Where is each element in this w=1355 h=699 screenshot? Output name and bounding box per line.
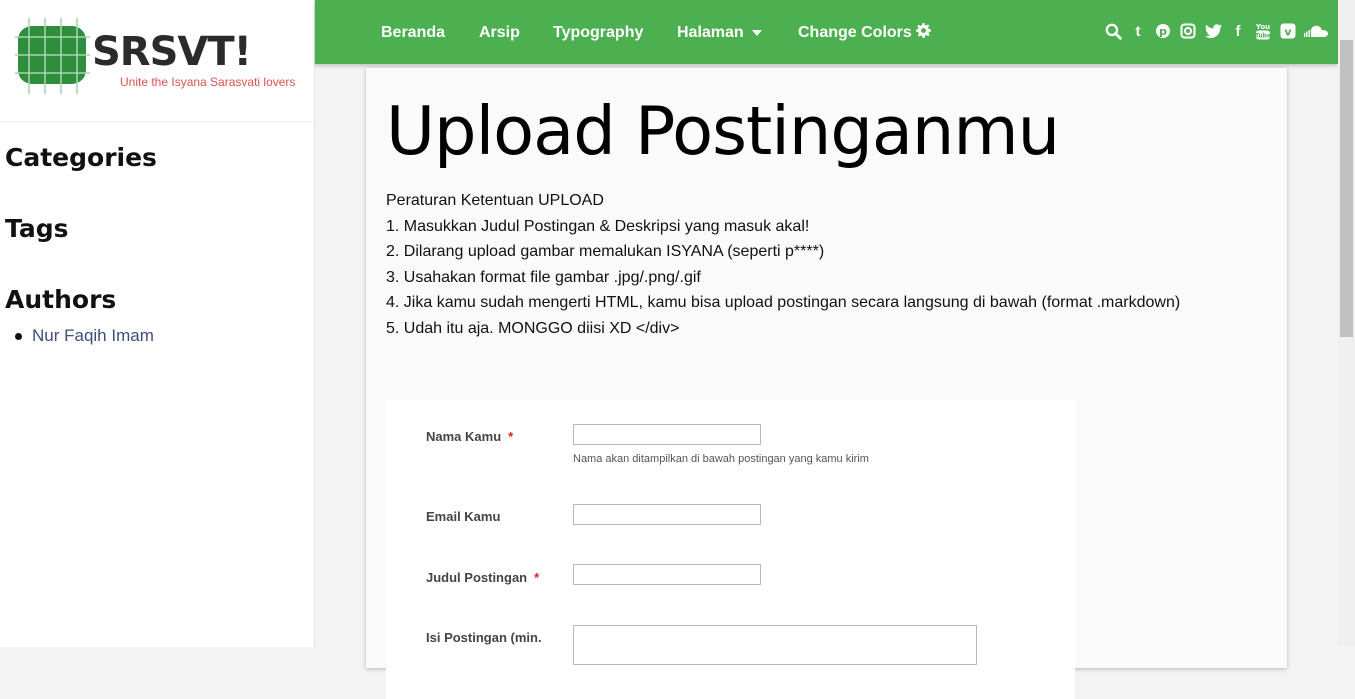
- authors-heading: Authors: [5, 285, 117, 314]
- list-item: Nur Faqih Imam: [5, 326, 154, 346]
- nav-beranda[interactable]: Beranda: [381, 0, 445, 64]
- instagram-icon[interactable]: [1179, 22, 1197, 40]
- tags-heading: Tags: [5, 214, 69, 243]
- svg-text:You: You: [1255, 23, 1270, 31]
- rule-item: 1. Masukkan Judul Postingan & Deskripsi …: [386, 217, 810, 235]
- svg-text:v: v: [1284, 26, 1292, 39]
- content-card: Upload Postinganmu Peraturan Ketentuan U…: [366, 68, 1287, 699]
- nav-halaman-label: Halaman: [677, 24, 744, 41]
- gear-icon: [915, 23, 931, 38]
- top-navbar: Beranda Arsip Typography Halaman Change …: [315, 0, 1338, 64]
- search-icon[interactable]: [1104, 22, 1122, 40]
- soundcloud-icon[interactable]: [1304, 22, 1328, 40]
- pinterest-icon[interactable]: p: [1154, 22, 1172, 40]
- brand-name: SRSVT!: [92, 29, 252, 75]
- name-label: Nama Kamu *: [426, 429, 513, 444]
- youtube-icon[interactable]: You Tube: [1254, 22, 1272, 40]
- name-label-text: Nama Kamu: [426, 429, 502, 444]
- post-content-label: Isi Postingan (min.: [426, 630, 542, 645]
- scrollbar-thumb[interactable]: [1340, 40, 1353, 337]
- chevron-down-icon: [751, 29, 762, 36]
- logo-grid-icon: [15, 18, 90, 94]
- rule-item: 2. Dilarang upload gambar memalukan ISYA…: [386, 243, 825, 260]
- upload-rules: Peraturan Ketentuan UPLOAD 1. Masukkan J…: [386, 188, 1180, 341]
- email-field[interactable]: [573, 504, 761, 525]
- svg-text:p: p: [1159, 25, 1167, 38]
- page-scrollbar[interactable]: [1338, 0, 1355, 647]
- page-title: Upload Postinganmu: [386, 92, 1060, 170]
- nav-typography[interactable]: Typography: [553, 0, 643, 64]
- author-link[interactable]: Nur Faqih Imam: [32, 326, 154, 346]
- twitter-icon[interactable]: [1204, 22, 1222, 40]
- brand-tagline: Unite the Isyana Sarasvati lovers: [120, 75, 295, 89]
- nav-change-colors-label: Change Colors: [798, 24, 912, 41]
- required-mark: *: [534, 570, 540, 585]
- authors-list: Nur Faqih Imam: [5, 326, 154, 346]
- sidebar: SRSVT! Unite the Isyana Sarasvati lovers…: [0, 0, 315, 647]
- nav-halaman[interactable]: Halaman: [677, 0, 762, 64]
- vimeo-icon[interactable]: v: [1279, 22, 1297, 40]
- rule-item: 3. Usahakan format file gambar .jpg/.png…: [386, 268, 701, 286]
- required-mark: *: [508, 429, 514, 444]
- post-title-field[interactable]: [573, 564, 761, 585]
- upload-form: Nama Kamu * Nama akan ditampilkan di bawa…: [386, 399, 1075, 699]
- facebook-icon[interactable]: f: [1229, 22, 1247, 40]
- categories-heading: Categories: [5, 143, 157, 172]
- post-content-textarea[interactable]: [573, 625, 977, 665]
- nav-arsip[interactable]: Arsip: [479, 0, 520, 64]
- svg-text:Tube: Tube: [1255, 33, 1271, 40]
- site-logo[interactable]: SRSVT! Unite the Isyana Sarasvati lovers: [15, 18, 305, 98]
- tumblr-icon[interactable]: t: [1129, 22, 1147, 40]
- social-icons: t p f You Tube v: [1097, 22, 1328, 40]
- post-title-label-text: Judul Postingan: [426, 570, 528, 585]
- email-label: Email Kamu: [426, 509, 501, 524]
- sidebar-divider: [0, 121, 315, 122]
- nav-change-colors[interactable]: Change Colors: [798, 0, 931, 64]
- name-field[interactable]: [573, 424, 761, 445]
- bullet-icon: [15, 332, 22, 340]
- name-help-text: Nama akan ditampilkan di bawah postingan…: [573, 453, 869, 465]
- rules-heading: Peraturan Ketentuan UPLOAD: [386, 192, 604, 209]
- rule-item: 5. Udah itu aja. MONGGO diisi XD </div>: [386, 319, 680, 337]
- rule-item: 4. Jika kamu sudah mengerti HTML, kamu b…: [386, 294, 1181, 311]
- post-title-label: Judul Postingan *: [426, 570, 539, 585]
